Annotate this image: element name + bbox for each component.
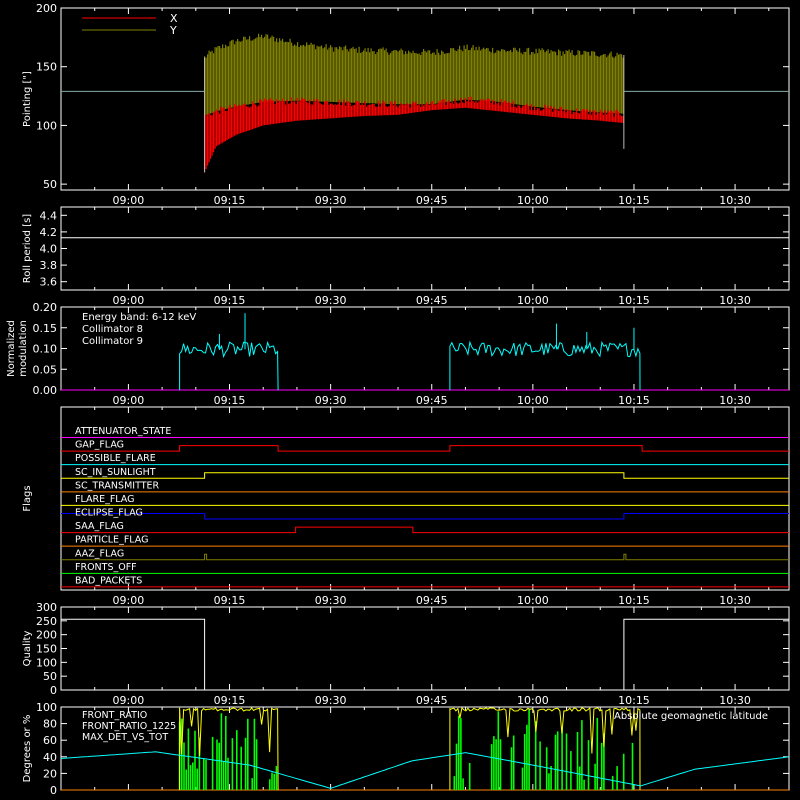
quality-ytick-label: 300 [36,601,57,614]
modulation-legend-2: Collimator 9 [82,336,143,347]
modulation-xtick-label: 09:00 [113,394,145,407]
quality-ytick-label: 150 [36,643,57,656]
chart-stage: 09:00 09:15 09:30 09:45 10:00 10:15 10:3050100… [0,0,800,800]
quality-xtick-label: 10:00 [517,694,549,707]
modulation-ytick-label: 0.15 [33,322,58,335]
roll_period-ytick-label: 4.0 [40,243,58,256]
modulation-ylabel-line1: Normalized [6,320,17,377]
ratios-ytick-label: 20 [43,767,57,780]
flags-xtick-label: 09:00 [113,594,145,607]
ratios-legend-1: FRONT_RATIO_1225 [82,721,176,732]
roll_period-ytick-label: 4.4 [40,209,58,222]
quality-ylabel: Quality [22,631,33,667]
pointing-xtick-label: 10:30 [719,194,751,207]
ratios-ytick-label: 0 [50,784,57,797]
quality-xtick-label: 09:45 [416,694,448,707]
ratios-ytick-label: 80 [43,718,57,731]
flag-label-particle_flag: PARTICLE_FLAG [75,535,148,546]
flag-label-possible_flare: POSSIBLE_FLARE [75,453,156,464]
roll_period-xtick-label: 09:00 [113,294,145,307]
roll_period-xtick-label: 10:15 [618,294,650,307]
ratios-ytick-label: 60 [43,734,57,747]
flags-xtick-label: 09:30 [315,594,347,607]
roll_period-ytick-label: 4.2 [40,226,58,239]
roll_period-xtick-label: 10:00 [517,294,549,307]
modulation-legend-0: Energy band: 6-12 keV [82,312,196,323]
flags-ylabel: Flags [22,485,33,511]
pointing-ytick-label: 200 [36,2,57,15]
quality-ytick-label: 0 [50,684,57,697]
roll_period-xtick-label: 09:15 [214,294,246,307]
modulation-legend-1: Collimator 8 [82,324,143,335]
modulation-xtick-label: 10:00 [517,394,549,407]
flags-xtick-label: 09:15 [214,594,246,607]
flag-label-eclipse_flag: ECLIPSE_FLAG [75,508,143,519]
quality-xtick-label: 09:15 [214,694,246,707]
flag-label-aaz_flag: AAZ_FLAG [75,548,124,559]
roll_period-ylabel: Roll period [s] [22,214,33,283]
flag-label-fronts_off: FRONTS_OFF [75,562,137,573]
pointing-xtick-label: 09:15 [214,194,246,207]
modulation-xtick-label: 09:45 [416,394,448,407]
ratios-ylabel: Degrees or % [22,715,33,783]
quality-ytick-label: 100 [36,656,57,669]
quality-ytick-label: 200 [36,629,57,642]
modulation-ytick-label: 0.10 [33,343,58,356]
roll_period-ytick-label: 3.8 [40,259,58,272]
pointing-ytick-label: 100 [36,119,57,132]
flag-label-flare_flag: FLARE_FLAG [75,494,135,505]
flag-label-bad_packets: BAD_PACKETS [75,575,142,586]
quality-xtick-label: 09:30 [315,694,347,707]
quality-ytick-label: 50 [43,670,57,683]
modulation-xtick-label: 10:15 [618,394,650,407]
ratios-legend-2: MAX_DET_VS_TOT [82,732,168,743]
flag-label-saa_flag: SAA_FLAG [75,521,124,532]
pointing-xtick-label: 10:15 [618,194,650,207]
pointing-xtick-label: 09:45 [416,194,448,207]
quality-xtick-label: 09:00 [113,694,145,707]
flag-label-sc_transmitter: SC_TRANSMITTER [75,480,160,491]
latitude-annotation: Absolute geomagnetic latitude [614,711,768,722]
quality-xtick-label: 10:15 [618,694,650,707]
modulation-ytick-label: 0.05 [33,363,58,376]
roll_period-xtick-label: 10:30 [719,294,751,307]
quality-xtick-label: 10:30 [719,694,751,707]
roll_period-xtick-label: 09:30 [315,294,347,307]
flag-label-gap_flag: GAP_FLAG [75,440,124,451]
flags-xtick-label: 10:30 [719,594,751,607]
flags-xtick-label: 10:15 [618,594,650,607]
ratios-legend-0: FRONT_RATIO [82,710,147,721]
flag-label-sc_in_sunlight: SC_IN_SUNLIGHT [75,467,156,478]
roll_period-ytick-label: 3.6 [40,276,58,289]
legend-label-y: Y [169,24,177,37]
pointing-xtick-label: 10:00 [517,194,549,207]
modulation-ylabel-line2: modulation [18,320,29,377]
modulation-xtick-label: 10:30 [719,394,751,407]
pointing-ylabel: Pointing ["] [22,71,33,127]
ratios-ytick-label: 100 [36,701,57,714]
modulation-xtick-label: 09:15 [214,394,246,407]
modulation-ytick-label: 0.00 [33,384,58,397]
pointing-ytick-label: 150 [36,61,57,74]
flags-xtick-label: 09:45 [416,594,448,607]
pointing-ytick-label: 50 [43,178,57,191]
pointing-xtick-label: 09:00 [113,194,145,207]
flags-xtick-label: 10:00 [517,594,549,607]
roll_period-xtick-label: 09:45 [416,294,448,307]
quality-ytick-label: 250 [36,615,57,628]
pointing-xtick-label: 09:30 [315,194,347,207]
modulation-xtick-label: 09:30 [315,394,347,407]
ratios-ytick-label: 40 [43,751,57,764]
modulation-ytick-label: 0.20 [33,301,58,314]
flag-label-attenuator_state: ATTENUATOR_STATE [75,426,171,437]
